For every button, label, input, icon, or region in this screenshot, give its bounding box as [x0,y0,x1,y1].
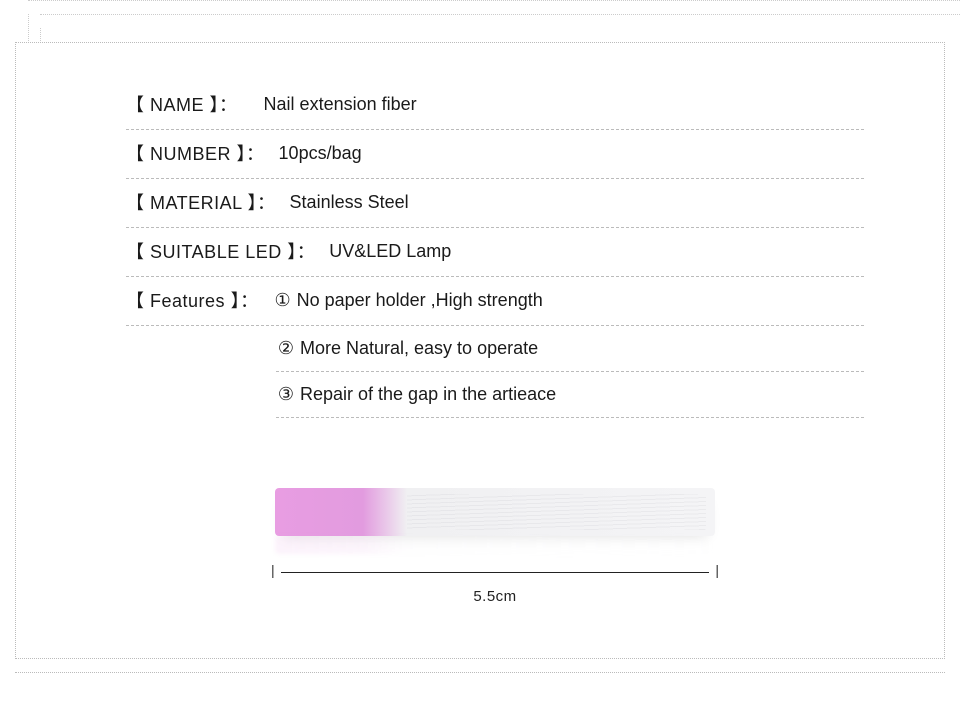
label-name: 【 NAME 】： [126,91,238,117]
value-material: Stainless Steel [290,192,409,213]
dimension-line: | | [275,564,715,584]
circled-2-icon: ② [276,338,296,359]
dim-tick-left: | [271,562,275,578]
label-material: 【 MATERIAL 】： [126,189,276,215]
value-number: 10pcs/bag [279,143,362,164]
spec-card: 【 NAME 】： Nail extension fiber 【 NUMBER … [15,42,945,659]
value-suitable-led: UV&LED Lamp [329,241,451,262]
fiber-reflection [275,536,715,554]
value-name: Nail extension fiber [264,94,417,115]
row-number: 【 NUMBER 】： 10pcs/bag [126,130,864,179]
feature-3: ③Repair of the gap in the artieace [276,372,864,418]
circled-3-icon: ③ [276,384,296,405]
feature-1: ①No paper holder ,High strength [273,290,543,311]
circled-1-icon: ① [273,290,293,311]
label-suitable-led: 【 SUITABLE LED 】： [126,238,315,264]
fiber-image [275,488,715,536]
dim-tick-right: | [715,562,719,578]
feature-2: ②More Natural, easy to operate [276,326,864,372]
label-features: 【 Features 】： [126,287,259,313]
row-name: 【 NAME 】： Nail extension fiber [126,91,864,130]
label-number: 【 NUMBER 】： [126,140,265,166]
row-suitable-led: 【 SUITABLE LED 】： UV&LED Lamp [126,228,864,277]
product-illustration: | | 5.5cm [126,488,864,605]
dimension-label: 5.5cm [126,588,864,605]
row-material: 【 MATERIAL 】： Stainless Steel [126,179,864,228]
row-features: 【 Features 】： ①No paper holder ,High str… [126,277,864,326]
